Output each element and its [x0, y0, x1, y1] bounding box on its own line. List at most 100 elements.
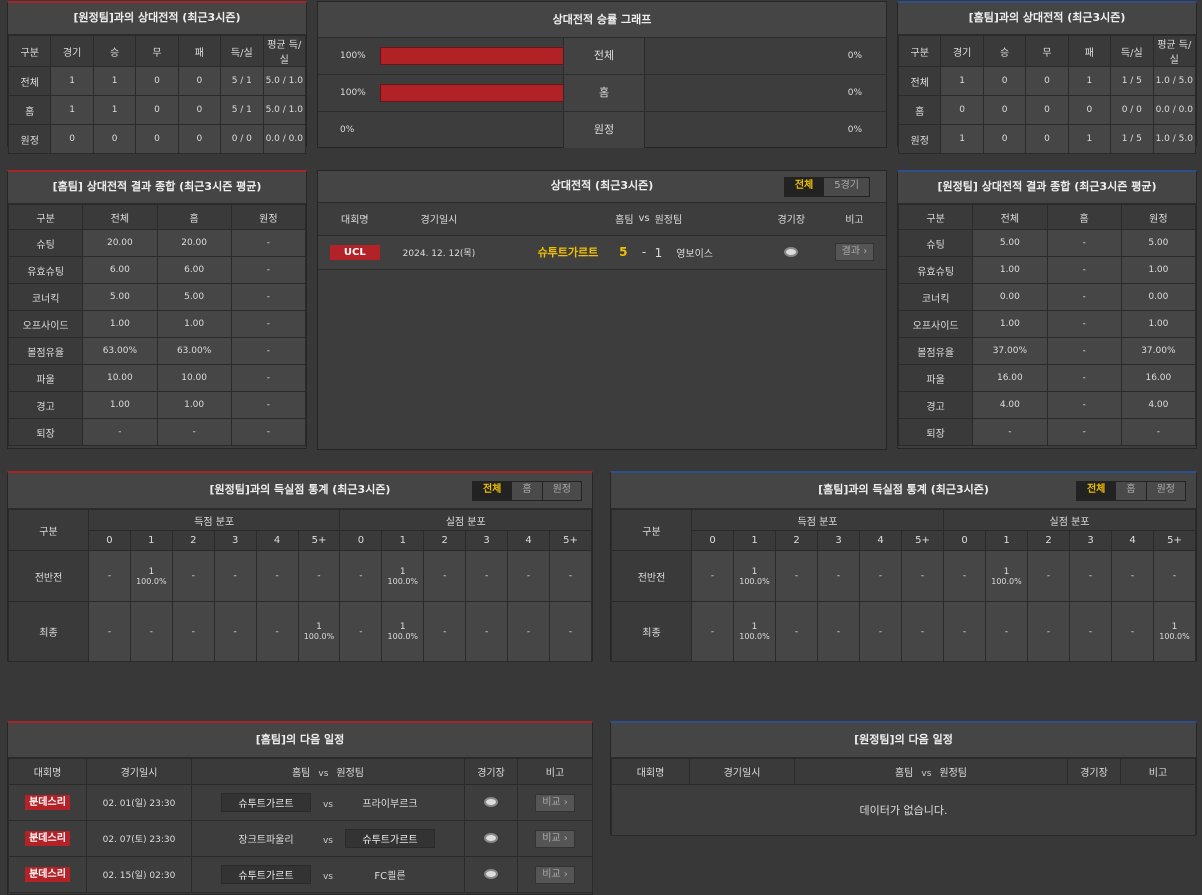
table-header: 구분	[7, 204, 84, 230]
h2h-away-table: 구분 경기 승 무 패 득/실 평균 득/실 전체 1 1 0 0 5 / 1 5.0 / 1.0 홈 1 1 0…	[7, 35, 307, 154]
table-cell: 1 100.0%	[1153, 601, 1196, 662]
h2h-matches-table: 대회명 경기일시 홈팀 vs 원정팀 경기장 비고 UCL 2024. 12. …	[318, 203, 886, 270]
row-label: 유효슈팅	[7, 256, 84, 284]
table-cell: 1 100.0%	[985, 550, 1028, 602]
goals-away-table: 구분 득점 분포 실점 분포 0 1 2 3 4 5+ 0 1 2 3 4 5+ 전반전 -1 100.0% - - -…	[8, 509, 593, 662]
table-cell: 5.00	[1120, 229, 1197, 257]
table-cell: 1.00	[82, 310, 158, 338]
table-cell: 0	[135, 124, 179, 154]
table-cell: -	[88, 601, 131, 662]
winrate-rows: 100% 전체 0% 100% 홈 0% 0% 원정 0%	[318, 38, 886, 149]
league-badge: 분데스리	[25, 831, 70, 846]
table-header: 전체	[972, 204, 1048, 230]
table-cell: -	[230, 391, 307, 419]
table-cell: 0	[1067, 95, 1112, 125]
table-header: 구분	[897, 204, 974, 230]
row-label: 오프사이드	[7, 310, 84, 338]
vs-label: vs	[322, 836, 333, 846]
table-cell: -	[507, 601, 550, 662]
col-teams: 홈팀 vs 원정팀	[794, 758, 1068, 785]
toggle-all[interactable]: 전체	[1076, 482, 1117, 500]
row-label: 슈팅	[7, 229, 84, 257]
goals-home-title-text: [홈팀]과의 득실점 통계 (최근3시즌)	[818, 483, 989, 496]
compare-button[interactable]: 비교 ›	[535, 865, 575, 884]
h2h-home-panel: [홈팀]과의 상대전적 (최근3시즌) 구분 경기 승 무 패 득/실 평균 득/실 전체 1 0…	[897, 1, 1197, 154]
cell-count: 1	[399, 622, 406, 632]
goals-home-title: [홈팀]과의 득실점 통계 (최근3시즌) 전체 홈 원정	[611, 473, 1196, 509]
table-cell: 0	[92, 124, 137, 154]
table-cell: -	[1069, 601, 1112, 662]
table-cell: -	[691, 601, 734, 662]
row-label: 볼점유율	[897, 337, 974, 365]
table-cell: 1.00	[1120, 256, 1197, 284]
cell-pct: 100.0%	[387, 632, 419, 641]
table-row: 원정 0 0 0 0 0 / 0 0.0 / 0.0	[7, 124, 307, 154]
row-label: 볼점유율	[7, 337, 84, 365]
h2h-matches-title: 상대전적 (최근3시즌) 전체 5경기	[318, 171, 886, 203]
match-date: 02. 07(토) 23:30	[86, 820, 192, 857]
cell-count: -	[878, 626, 883, 637]
table-header: 승	[92, 35, 137, 67]
table-cell: -	[230, 418, 307, 446]
table-cell: -	[255, 601, 299, 662]
cell-count: -	[275, 626, 279, 637]
table-header: 구분	[897, 35, 942, 67]
away-team: FC쾰른	[374, 871, 406, 882]
table-row: 전반전 -1 100.0% - - - - -1 100.0% - - - -	[611, 550, 1196, 602]
col-away: 원정팀	[654, 203, 760, 235]
table-cell: -	[1046, 310, 1122, 338]
table-cell: -	[901, 601, 944, 662]
table-cell: -	[943, 550, 986, 602]
compare-button[interactable]: 비교 ›	[535, 793, 575, 812]
col-note: 비고	[1120, 758, 1196, 785]
table-cell: -	[230, 229, 307, 257]
home-team: 슈투트가르트	[220, 865, 311, 884]
cell-count: 1	[316, 622, 322, 632]
toggle-away[interactable]: 원정	[1146, 482, 1185, 500]
cell-count: -	[191, 571, 195, 581]
cell-pct: 100.0%	[739, 632, 770, 641]
table-header: 경기	[50, 35, 94, 67]
toggle-all[interactable]: 전체	[784, 178, 825, 196]
table-cell: 0	[135, 95, 179, 125]
table-cell: 16.00	[972, 364, 1048, 392]
cell-count: -	[526, 571, 531, 581]
table-row: 볼점유율 37.00% -37.00%	[897, 337, 1197, 365]
table-cell: 37.00%	[972, 337, 1048, 365]
cell-pct: 100.0%	[136, 576, 167, 586]
bucket-header: 0	[339, 530, 383, 551]
table-row: 분데스리 02. 07(토) 23:30 장크트파울리 vs 슈투트가르트 비교 ›	[8, 820, 593, 857]
toggle-home[interactable]: 홈	[512, 482, 543, 500]
toggle-5-games[interactable]: 5경기	[824, 178, 869, 196]
table-cell: -	[507, 550, 550, 602]
table-cell: 0	[177, 66, 222, 96]
h2h-home-title: [홈팀]과의 상대전적 (최근3시즌)	[898, 3, 1196, 35]
table-cell: -	[859, 550, 902, 602]
home-win-pct: 0%	[340, 125, 355, 135]
cell-count: -	[107, 571, 112, 581]
bucket-header: 2	[423, 530, 467, 551]
cell-count: -	[962, 626, 967, 637]
compare-button[interactable]: 비교 ›	[535, 829, 575, 848]
bucket-header: 5+	[901, 530, 944, 551]
bucket-header: 2	[171, 530, 215, 551]
toggle-all[interactable]: 전체	[472, 482, 513, 500]
bucket-header: 4	[1111, 530, 1154, 551]
away-win-pct: 0%	[847, 125, 862, 135]
home-win-pct: 100%	[340, 88, 366, 98]
away-team: 프라이부르크	[362, 799, 418, 810]
table-cell: 1 100.0%	[381, 601, 425, 662]
table-cell: 1 100.0%	[381, 550, 425, 602]
table-cell: -	[817, 601, 860, 662]
cell-count: -	[526, 626, 531, 637]
result-button[interactable]: 결과 ›	[834, 243, 875, 261]
row-label: 원정	[897, 124, 942, 154]
toggle-away[interactable]: 원정	[542, 482, 581, 500]
cell-count: -	[149, 626, 153, 637]
table-cell: 1 100.0%	[129, 550, 173, 602]
toggle-home[interactable]: 홈	[1116, 482, 1147, 500]
cell-count: -	[484, 571, 489, 581]
table-row: 분데스리 02. 15(일) 02:30 슈투트가르트 vs FC쾰른 비교 ›	[8, 856, 593, 893]
table-cell: -	[775, 601, 818, 662]
table-header: 득/실	[1110, 35, 1154, 67]
